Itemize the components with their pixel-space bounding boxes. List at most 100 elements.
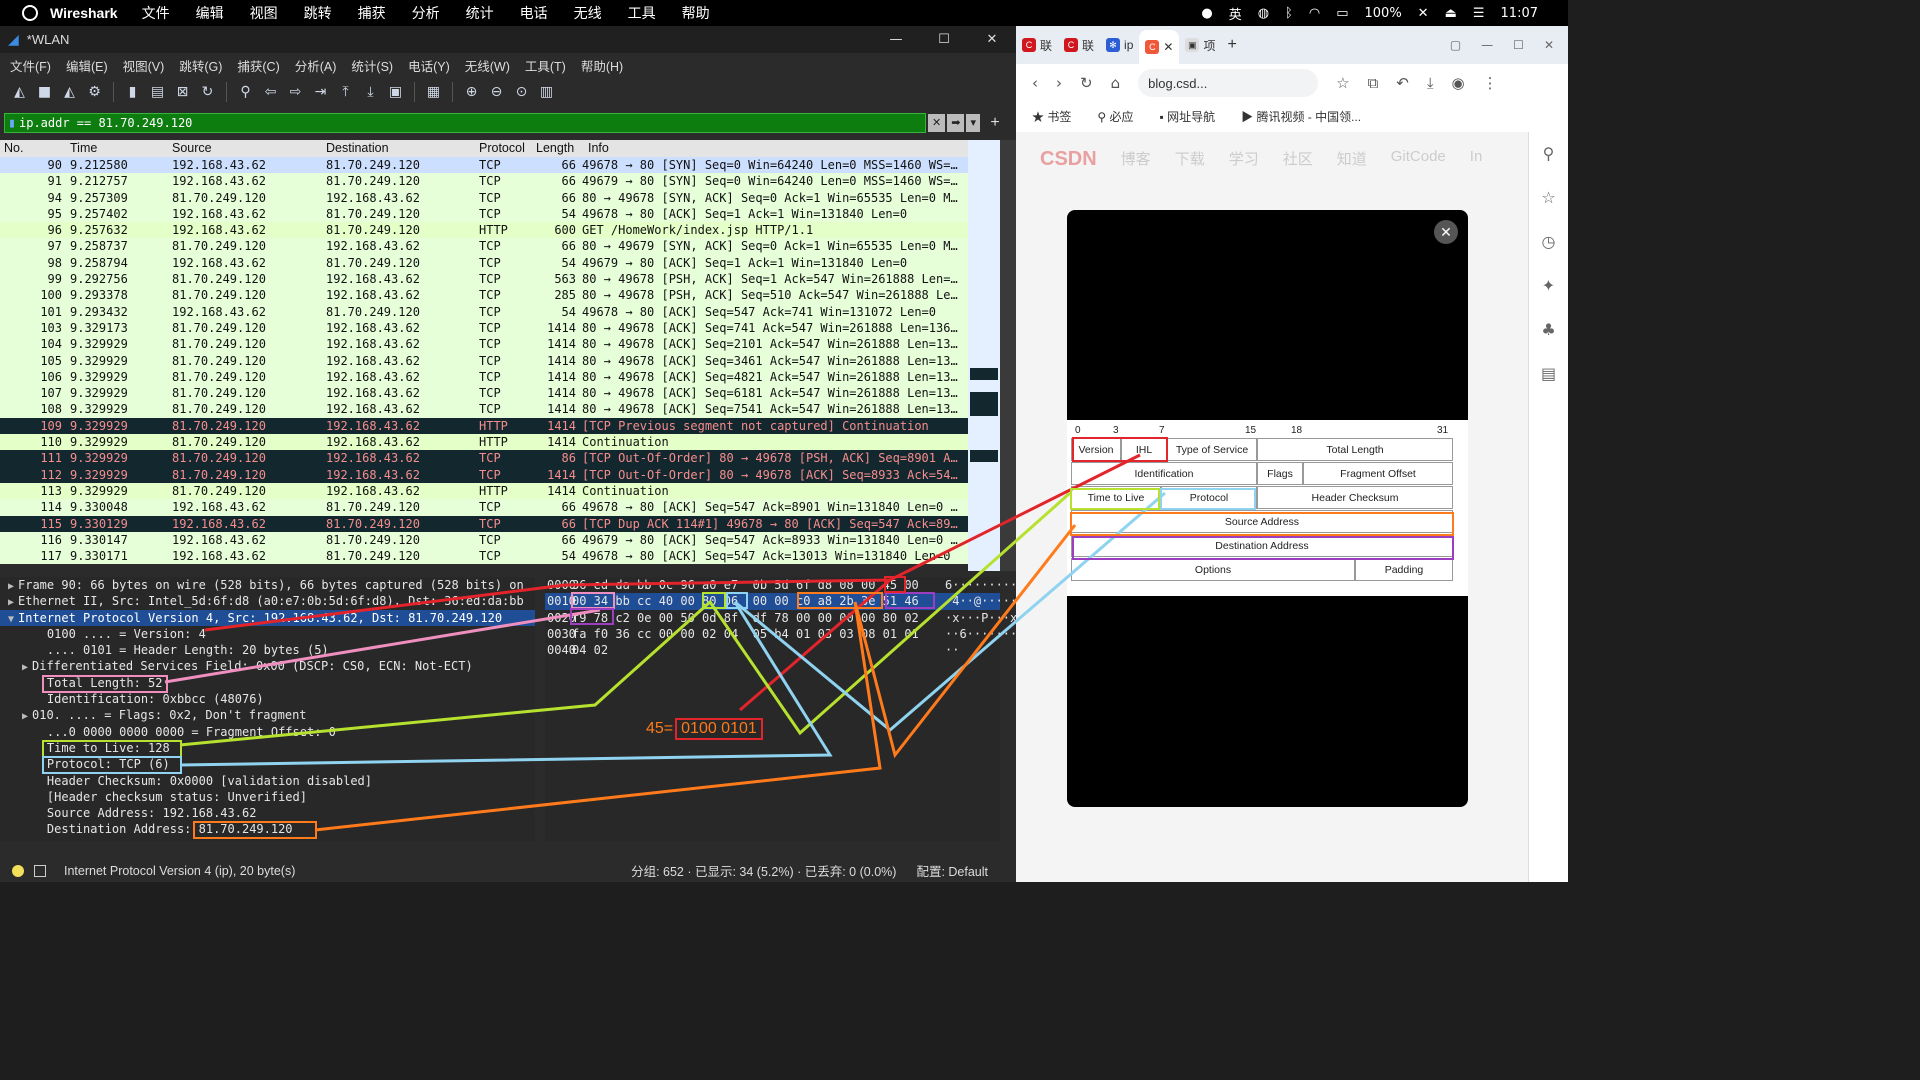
minimize-button[interactable]: — [1481, 38, 1493, 52]
csdn-nav-item[interactable]: 社区 [1283, 148, 1313, 171]
menu-item[interactable]: 无线(W) [465, 56, 510, 75]
resize-columns-icon[interactable]: ▥ [537, 83, 556, 102]
detail-row[interactable]: Protocol: TCP (6) [0, 756, 535, 772]
packet-list-scrollbar[interactable] [1000, 140, 1016, 571]
packet-details[interactable]: ▶ Frame 90: 66 bytes on wire (528 bits), … [0, 577, 535, 841]
tab-1[interactable]: C联 [1016, 37, 1058, 54]
packet-row[interactable]: 108 9.329929 81.70.249.120 192.168.43.62 TCP… [0, 401, 1000, 418]
start-capture-icon[interactable]: ◭ [10, 83, 29, 102]
bookmark-item[interactable]: ⚲ 必应 [1097, 108, 1133, 125]
control-center-icon[interactable]: ☰ [1473, 6, 1485, 21]
system-menu-item[interactable]: 编辑 [196, 5, 224, 21]
packet-row[interactable]: 116 9.330147 192.168.43.62 81.70.249.120 TCP… [0, 531, 1000, 549]
bytes-row[interactable]: 0020 f9 78 c2 0e 00 50 0d 8f df 78 00 00 … [545, 610, 1061, 626]
csdn-nav-item[interactable]: 学习 [1229, 148, 1259, 171]
close-icon[interactable]: ✕ [1434, 220, 1458, 244]
packet-row[interactable]: 91 9.212757 192.168.43.62 81.70.249.120 TCP 6… [0, 173, 1000, 190]
filter-history-icon[interactable]: ▾ [966, 114, 980, 132]
detail-row[interactable]: Header Checksum: 0x0000 [validation disa… [0, 773, 535, 789]
menu-item[interactable]: 电话(Y) [408, 56, 450, 75]
packet-list[interactable]: No. Time Source Destination Protocol Length In… [0, 140, 1000, 571]
extensions-icon[interactable]: ⧉ [1368, 74, 1379, 92]
system-menu-item[interactable]: 文件 [142, 5, 170, 21]
add-filter-button-icon[interactable]: + [982, 114, 1008, 132]
packet-row[interactable]: 98 9.258794 192.168.43.62 81.70.249.120 TCP 5… [0, 254, 1000, 272]
detail-row[interactable]: Total Length: 52 [0, 675, 535, 691]
menu-item[interactable]: 文件(F) [10, 56, 51, 75]
close-tab-icon[interactable]: ✕ [1163, 40, 1173, 54]
url-input[interactable]: blog.csd... [1138, 69, 1319, 97]
packet-row[interactable]: 110 9.329929 81.70.249.120 192.168.43.62 HTT… [0, 434, 1000, 451]
eject-icon[interactable]: ⏏ [1445, 6, 1457, 21]
restart-capture-icon[interactable]: ◭ [60, 83, 79, 102]
bytes-row[interactable]: 0030 fa f0 36 cc 00 00 02 04 05 b4 01 03 … [545, 626, 1061, 642]
star-icon[interactable]: ☆ [1336, 74, 1349, 92]
new-tab-icon[interactable]: + [1227, 36, 1236, 54]
column-header[interactable]: Info [588, 141, 609, 155]
packet-row[interactable]: 90 9.212580 192.168.43.62 81.70.249.120 TCP 6… [0, 157, 1000, 174]
history-icon[interactable]: ◷ [1529, 220, 1568, 264]
wifi-icon[interactable]: ◠ [1309, 6, 1320, 21]
system-menu-item[interactable]: 帮助 [682, 5, 710, 21]
tab-active[interactable]: C ✕ [1139, 30, 1180, 64]
avatar[interactable]: ◉ [1452, 74, 1465, 92]
packet-row[interactable]: 95 9.257402 192.168.43.62 81.70.249.120 TCP 5… [0, 205, 1000, 223]
colorize-icon[interactable]: ▦ [424, 83, 443, 102]
go-last-icon[interactable]: ⤓ [361, 83, 380, 102]
menu-item[interactable]: 捕获(C) [237, 56, 279, 75]
packet-row[interactable]: 101 9.293432 192.168.43.62 81.70.249.120 TCP… [0, 303, 1000, 320]
column-header[interactable]: Protocol [479, 141, 525, 155]
maximize-button[interactable]: ☐ [1513, 38, 1524, 52]
csdn-nav-item[interactable]: CSDN [1040, 148, 1097, 171]
open-file-icon[interactable]: ▮ [123, 83, 142, 102]
mic-icon[interactable]: ◍ [1258, 6, 1269, 21]
system-menu-item[interactable]: 视图 [250, 5, 278, 21]
csdn-nav-item[interactable]: 博客 [1121, 148, 1151, 171]
detail-row[interactable]: ▶ Ethernet II, Src: Intel_5d:6f:d8 (a0:e7… [0, 593, 535, 609]
packet-row[interactable]: 114 9.330048 192.168.43.62 81.70.249.120 TCP… [0, 499, 1000, 516]
tab-3[interactable]: ✻ ip [1100, 38, 1139, 52]
apple-logo-icon[interactable] [22, 5, 38, 21]
more-icon[interactable]: ⋮ [1483, 74, 1498, 92]
go-forward-icon[interactable]: ⇨ [286, 83, 305, 102]
detail-row[interactable]: [Header checksum status: Unverified] [0, 789, 535, 805]
expert-info-icon[interactable] [12, 864, 24, 877]
battery-level[interactable]: 100% [1365, 6, 1402, 21]
favorites-icon[interactable]: ☆ [1529, 176, 1568, 220]
system-menu-item[interactable]: 电话 [520, 5, 548, 21]
packet-row[interactable]: 112 9.329929 81.70.249.120 192.168.43.62 TCP… [0, 466, 1000, 483]
system-menu-item[interactable]: 分析 [412, 5, 440, 21]
clear-filter-icon[interactable]: ✕ [928, 114, 946, 132]
save-file-icon[interactable]: ▤ [148, 83, 167, 102]
go-to-packet-icon[interactable]: ⇥ [311, 83, 330, 102]
capture-comment-icon[interactable] [34, 864, 46, 877]
ime-indicator[interactable]: 英 [1229, 4, 1242, 23]
ai-icon[interactable]: ✦ [1529, 264, 1568, 308]
column-header[interactable]: Length [536, 141, 574, 155]
packet-row[interactable]: 109 9.329929 81.70.249.120 192.168.43.62 HTT… [0, 417, 1000, 435]
packet-row[interactable]: 97 9.258737 81.70.249.120 192.168.43.62 TCP 6… [0, 238, 1000, 255]
packet-row[interactable]: 111 9.329929 81.70.249.120 192.168.43.62 TCP… [0, 450, 1000, 467]
csdn-nav-item[interactable]: GitCode [1391, 148, 1446, 171]
menu-item[interactable]: 视图(V) [123, 56, 165, 75]
bluetooth-icon[interactable]: ᛒ [1285, 6, 1293, 21]
csdn-nav-item[interactable]: 知道 [1337, 148, 1367, 171]
packet-row[interactable]: 104 9.329929 81.70.249.120 192.168.43.62 TCP… [0, 336, 1000, 353]
packet-row[interactable]: 96 9.257632 192.168.43.62 81.70.249.120 HTTP… [0, 222, 1000, 239]
packet-row[interactable]: 99 9.292756 81.70.249.120 192.168.43.62 TCP 5… [0, 271, 1000, 288]
toolbox-icon[interactable]: ▤ [1529, 352, 1568, 396]
detail-row[interactable]: ▶ 010. .... = Flags: 0x2, Don't fragment [0, 707, 535, 723]
system-menu-item[interactable]: 跳转 [304, 5, 332, 21]
home-icon[interactable]: ⌂ [1111, 74, 1121, 92]
column-header[interactable]: Time [70, 141, 97, 155]
csdn-nav-item[interactable]: In [1470, 148, 1483, 171]
zoom-out-icon[interactable]: ⊖ [487, 83, 506, 102]
detail-row[interactable]: .... 0101 = Header Length: 20 bytes (5) [0, 642, 535, 658]
apply-filter-icon[interactable]: ➡ [947, 114, 965, 132]
reload-icon[interactable]: ↻ [198, 83, 217, 102]
display-filter-input[interactable]: ▮ ip.addr == 81.70.249.120 [4, 113, 927, 133]
packet-row[interactable]: 105 9.329929 81.70.249.120 192.168.43.62 TCP… [0, 352, 1000, 369]
detail-row[interactable]: ▼ Internet Protocol Version 4, Src: 192.1… [0, 609, 535, 626]
display-icon[interactable]: ▭ [1336, 6, 1348, 21]
reload-icon[interactable]: ↻ [1080, 74, 1093, 92]
